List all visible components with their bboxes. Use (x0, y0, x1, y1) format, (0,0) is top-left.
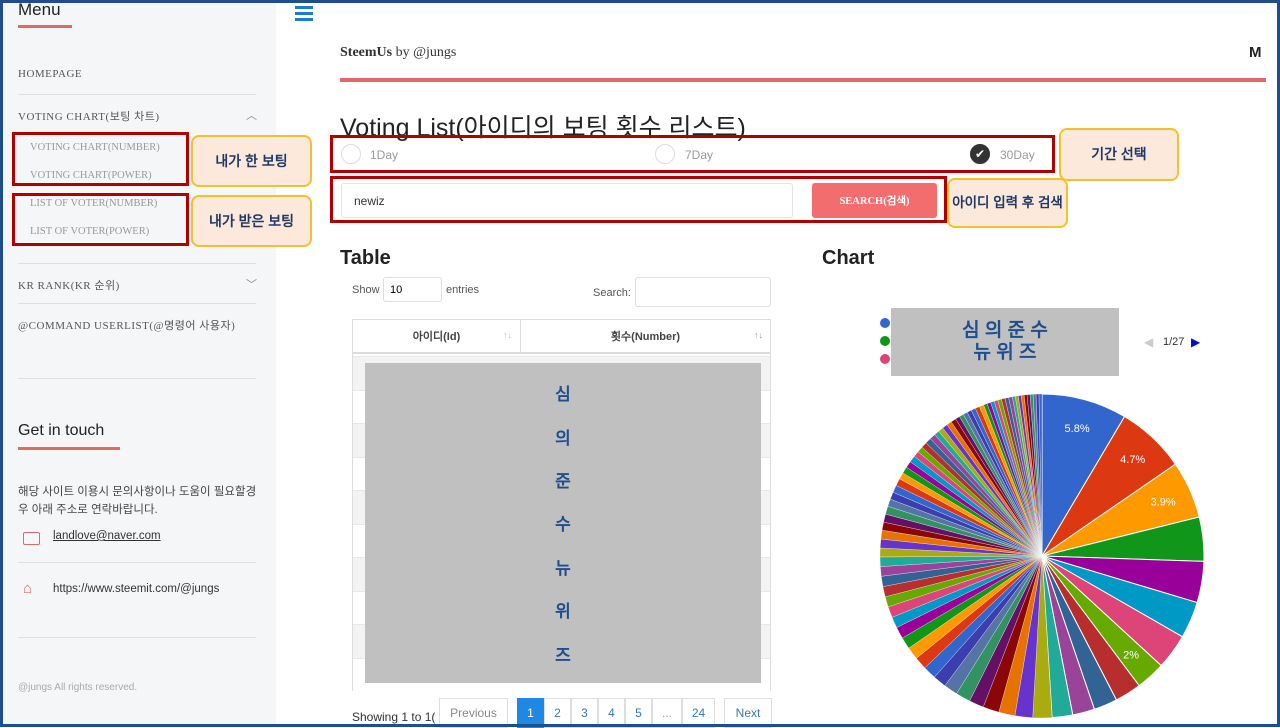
redacted-table-overlay: 심의준수뉴위즈 (365, 363, 761, 683)
column-header-number[interactable]: 횟수(Number) (521, 320, 770, 354)
pie-slice-label: 2% (1123, 650, 1139, 662)
home-icon: ⌂ (23, 580, 33, 597)
annotation-period: 기간 선택 (1059, 128, 1179, 181)
legend-marker (880, 354, 890, 364)
pagination-page-24[interactable]: 24 (682, 698, 715, 728)
chevron-up-icon[interactable]: ︿ (246, 107, 257, 123)
table-title: Table (340, 247, 391, 269)
hamburger-menu-icon[interactable] (295, 6, 313, 21)
redacted-legend-overlay: 심 의 준 수 뉴 위 즈 (891, 308, 1119, 376)
pie-slice-label: 5.8% (1065, 423, 1090, 435)
sidebar-item-voting-chart[interactable]: VOTING CHART(보팅 차트) (18, 108, 160, 124)
sort-icon[interactable]: ↑↓ (503, 330, 512, 340)
search-label: Search: (593, 287, 631, 299)
pie-slice-label: 3.9% (1151, 496, 1176, 508)
redacted-char: 위 (555, 602, 571, 622)
legend-prev-icon[interactable]: ◀ (1144, 335, 1153, 349)
pie-chart: 5.8% 4.7% 3.9% 2% (879, 393, 1205, 719)
redacted-char: 의 (555, 428, 571, 448)
redacted-char: 준 (555, 472, 571, 492)
redacted-char: 수 (555, 515, 571, 535)
chart-title: Chart (822, 247, 875, 269)
sidebar-item-homepage[interactable]: HOMEPAGE (18, 68, 82, 80)
divider (18, 378, 256, 379)
menu-title: Menu (18, 0, 61, 19)
legend-page: 1/27 (1163, 336, 1185, 348)
pagination-page-4[interactable]: 4 (598, 698, 625, 728)
redacted-char: 심 (555, 385, 571, 405)
highlight-box (12, 132, 189, 186)
footer-text: @jungs All rights reserved. (18, 682, 138, 693)
pagination-previous[interactable]: Previous (439, 698, 508, 728)
pagination-page-3[interactable]: 3 (571, 698, 598, 728)
divider (18, 263, 256, 264)
highlight-box (330, 135, 1055, 173)
sort-icon[interactable]: ↑↓ (754, 330, 763, 340)
brand-name: SteemUs (340, 45, 393, 60)
sidebar-item-command-userlist[interactable]: @COMMAND USERLIST(@명령어 사용자) (18, 317, 235, 333)
divider (18, 303, 256, 304)
divider (18, 94, 256, 95)
mail-icon (23, 532, 40, 545)
annotation-my-votes: 내가 한 보팅 (191, 135, 312, 187)
contact-text: 해당 사이트 이용시 문의사항이나 도움이 필요할경우 아래 주소로 연락바랍니… (18, 486, 257, 516)
brand-author: by @jungs (395, 45, 457, 60)
pagination-page-2[interactable]: 2 (544, 698, 571, 728)
table-info: Showing 1 to 1( (352, 710, 436, 724)
data-table: 아이디(Id) ↑↓ 횟수(Number) ↑↓ 심의준수뉴위즈 (352, 319, 771, 691)
legend-marker (880, 336, 890, 346)
show-label: Show (352, 284, 380, 296)
highlight-box (12, 193, 189, 246)
site-brand[interactable]: SteemUs by @jungs (340, 45, 456, 61)
divider (18, 25, 72, 28)
header-divider (340, 78, 1266, 82)
pagination-ellipsis: ... (652, 698, 682, 728)
divider (18, 447, 120, 450)
email-link[interactable]: landlove@naver.com (53, 530, 161, 542)
contact-title: Get in touch (18, 422, 105, 439)
divider (18, 562, 256, 563)
table-search-input[interactable] (635, 277, 771, 307)
medium-logo-icon[interactable]: M (1249, 44, 1262, 61)
pagination-page-1[interactable]: 1 (517, 698, 544, 728)
sidebar: Menu HOMEPAGE VOTING CHART(보팅 차트) ︿ VOTI… (0, 0, 312, 727)
homepage-link[interactable]: https://www.steemit.com/@jungs (53, 583, 219, 595)
column-header-id[interactable]: 아이디(Id) (353, 320, 521, 354)
legend-marker (880, 318, 890, 328)
divider (18, 637, 256, 638)
chevron-down-icon[interactable]: ﹀ (246, 276, 257, 292)
pie-slice-label: 4.7% (1120, 454, 1145, 466)
redacted-char: 즈 (555, 645, 571, 665)
annotation-received-votes: 내가 받은 보팅 (191, 195, 312, 247)
sidebar-item-kr-rank[interactable]: KR RANK(KR 순위) (18, 277, 120, 293)
pagination-page-5[interactable]: 5 (625, 698, 652, 728)
entries-select[interactable] (383, 277, 442, 302)
legend-next-icon[interactable]: ▶ (1191, 335, 1200, 349)
redacted-char: 뉴 (555, 558, 571, 578)
pagination-next[interactable]: Next (724, 698, 772, 728)
annotation-search: 아이디 입력 후 검색 (947, 178, 1068, 228)
highlight-box (330, 176, 947, 223)
entries-label: entries (446, 284, 480, 296)
